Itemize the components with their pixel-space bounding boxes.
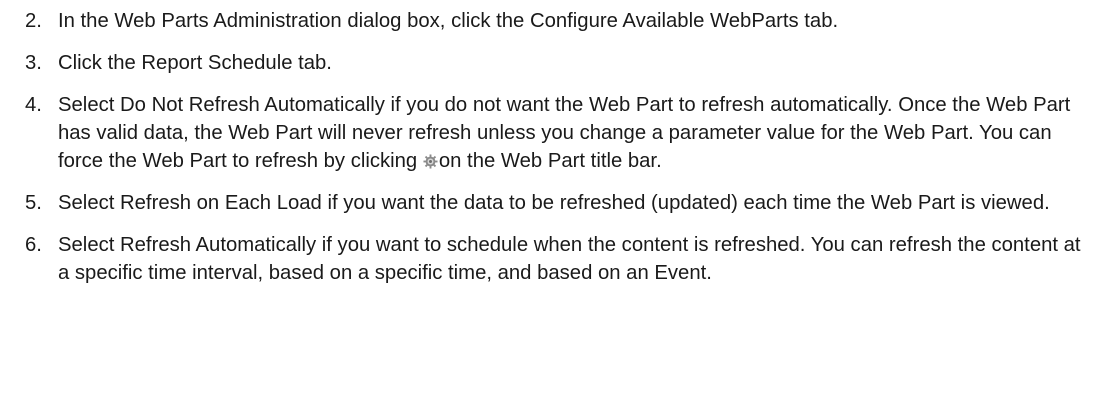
- step-5: 5. Select Refresh on Each Load if you wa…: [0, 189, 1114, 217]
- step-2: 2. In the Web Parts Administration dialo…: [0, 7, 1114, 35]
- step-number: 3.: [25, 52, 42, 74]
- step-text: Select Do Not Refresh Automatically if y…: [58, 91, 1114, 175]
- refresh-gear-icon: [423, 149, 438, 169]
- step-3: 3. Click the Report Schedule tab.: [0, 49, 1114, 77]
- document-page: 2. In the Web Parts Administration dialo…: [0, 0, 1114, 416]
- step-4: 4. Select Do Not Refresh Automatically i…: [0, 91, 1114, 175]
- step-number: 6.: [25, 234, 42, 256]
- step-number: 2.: [25, 10, 42, 32]
- step-text: In the Web Parts Administration dialog b…: [58, 10, 839, 32]
- step-number: 4.: [25, 94, 42, 116]
- step-text: Click the Report Schedule tab.: [58, 52, 332, 74]
- step-text: Select Refresh on Each Load if you want …: [58, 192, 1050, 214]
- step-text-after-icon: on the Web Part title bar.: [438, 150, 662, 172]
- step-text: Select Refresh Automatically if you want…: [58, 234, 1081, 284]
- step-6: 6. Select Refresh Automatically if you w…: [0, 231, 1114, 287]
- step-number: 5.: [25, 192, 42, 214]
